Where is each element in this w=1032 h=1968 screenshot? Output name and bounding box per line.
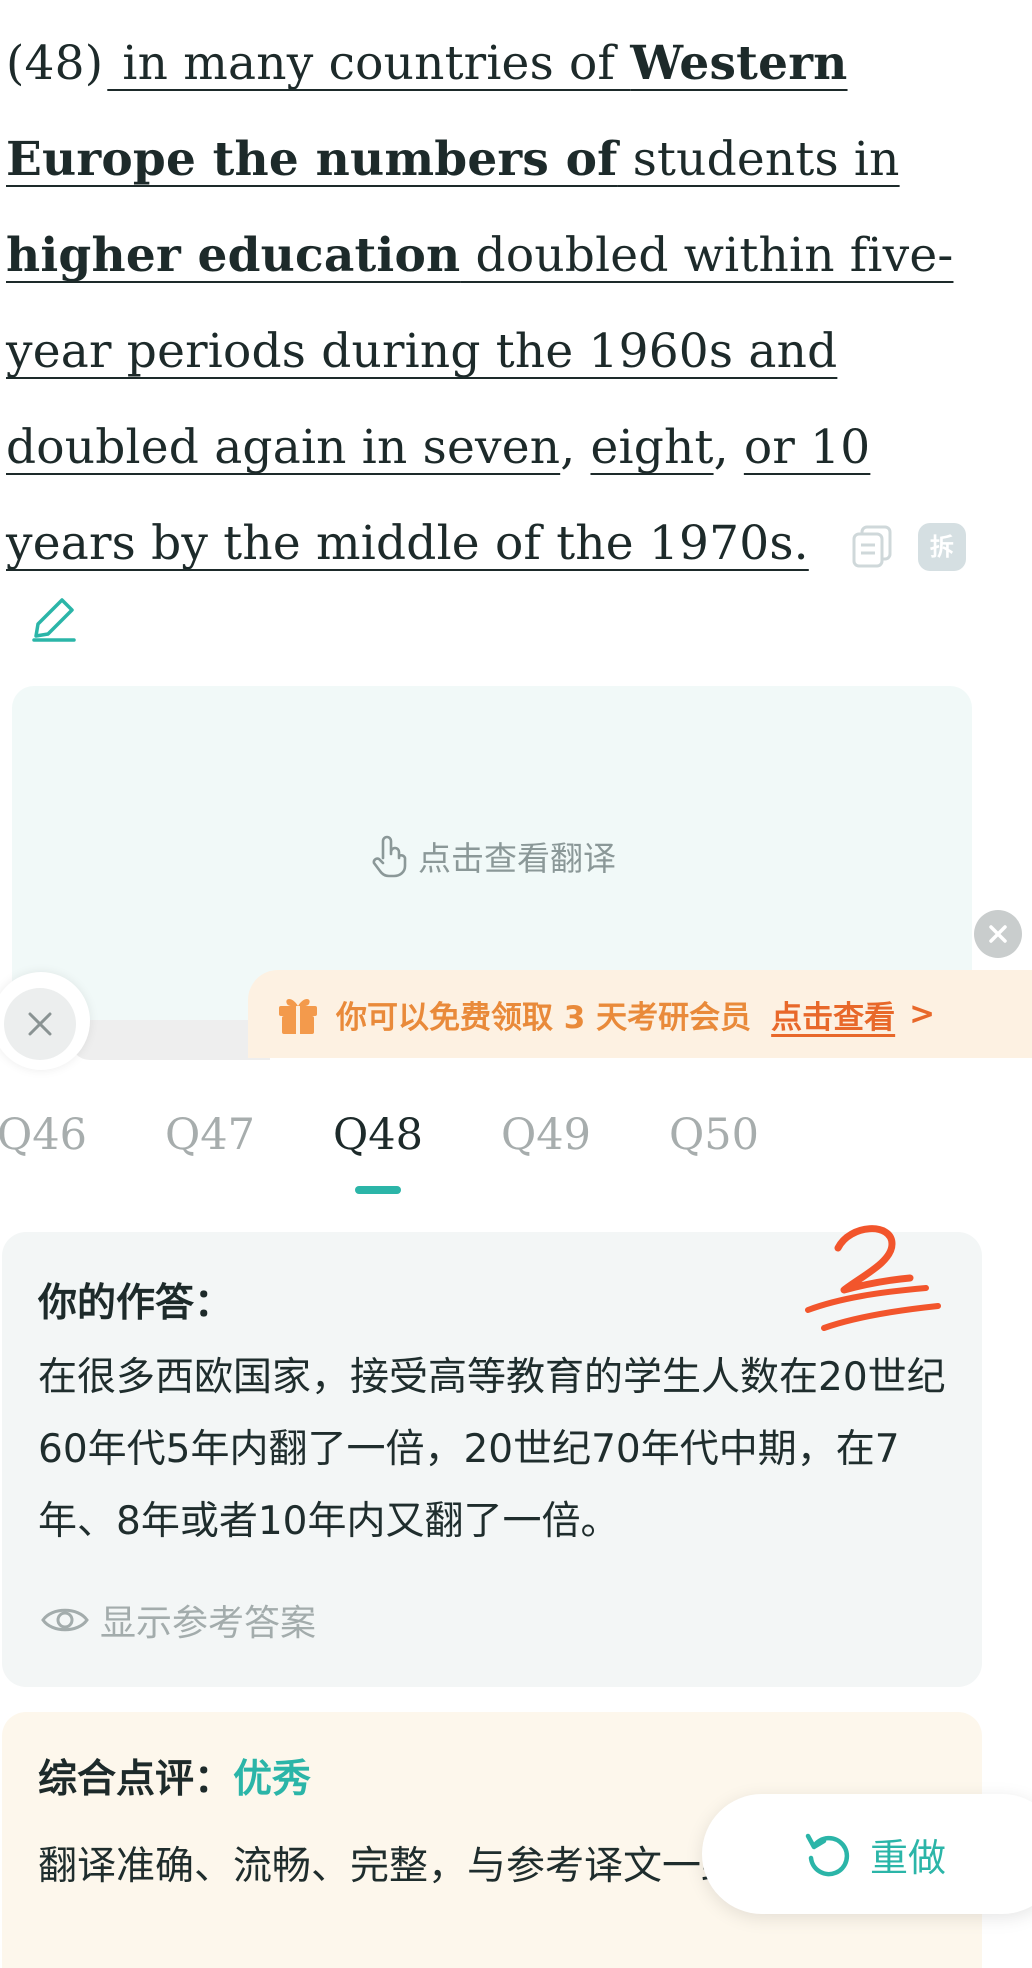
tab-q50[interactable]: Q50: [654, 1110, 774, 1160]
tab-q47[interactable]: Q47: [150, 1110, 270, 1160]
promo-link[interactable]: 点击查看: [771, 992, 895, 1037]
passage-segment-bold[interactable]: higher education: [6, 228, 460, 283]
passage-separator: ,: [713, 420, 744, 475]
eye-icon: [41, 1608, 89, 1632]
question-passage: (48) in many countries of Western Europe…: [6, 16, 1006, 592]
active-tab-indicator: [355, 1186, 401, 1194]
review-grade: 优秀: [233, 1757, 312, 1802]
split-sentence-icon[interactable]: 拆: [917, 523, 966, 571]
question-tabs: Q46 Q47 Q48 Q49 Q50: [0, 1110, 1032, 1200]
promo-banner[interactable]: 你可以免费领取 3 天考研会员 点击查看 >: [248, 970, 1032, 1058]
tab-q49[interactable]: Q49: [486, 1110, 606, 1160]
translation-hint[interactable]: 点击查看翻译: [12, 832, 972, 880]
tab-q46[interactable]: Q46: [0, 1110, 102, 1160]
question-number: (48): [6, 36, 104, 91]
tap-hand-icon: [372, 835, 407, 878]
redo-icon: [805, 1833, 850, 1877]
close-sheet-button[interactable]: [4, 988, 76, 1060]
redo-label: 重做: [870, 1835, 947, 1880]
passage-separator: ,: [560, 420, 591, 475]
passage-segment[interactable]: eight: [590, 420, 713, 475]
passage-tools: 拆: [850, 523, 966, 571]
promo-arrow[interactable]: >: [909, 996, 935, 1032]
review-title: 综合点评：优秀: [38, 1748, 311, 1804]
show-reference-label: 显示参考答案: [100, 1603, 317, 1644]
promo-close-button[interactable]: [974, 910, 1022, 958]
passage-segment[interactable]: students in: [618, 132, 900, 187]
answer-title: 你的作答：: [38, 1281, 234, 1326]
review-title-label: 综合点评：: [38, 1757, 234, 1802]
close-icon: [28, 1012, 52, 1036]
translation-hint-label: 点击查看翻译: [418, 839, 616, 878]
passage-segment[interactable]: in many countries of: [107, 36, 630, 91]
copy-icon[interactable]: [850, 523, 896, 569]
sheet-edge: [70, 1020, 270, 1060]
gift-icon: [279, 999, 317, 1034]
pencil-icon[interactable]: [28, 592, 78, 644]
close-icon: [989, 925, 1007, 943]
promo-text: 你可以免费领取 3 天考研会员: [336, 999, 752, 1036]
tab-q48[interactable]: Q48: [318, 1110, 438, 1160]
show-reference-button[interactable]: 显示参考答案: [40, 1594, 316, 1646]
handwritten-score-mark: [805, 1225, 941, 1331]
answer-text: 在很多西欧国家，接受高等教育的学生人数在20世纪60年代5年内翻了一倍，20世纪…: [38, 1355, 946, 1544]
redo-button[interactable]: 重做: [702, 1794, 1032, 1914]
